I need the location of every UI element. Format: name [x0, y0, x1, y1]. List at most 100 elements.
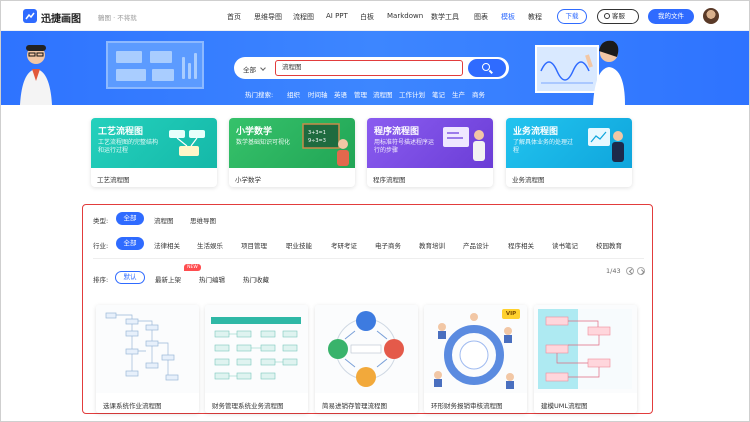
- vip-badge: VIP: [502, 309, 520, 319]
- headset-icon: [604, 13, 610, 19]
- category-card-business[interactable]: 业务流程图 了解具体业务的处理过程 业务流程图: [506, 118, 632, 187]
- industry-chip[interactable]: 生活娱乐: [197, 240, 223, 250]
- template-card[interactable]: VIP 环形财务报销审核流程图: [424, 305, 527, 413]
- template-thumbnail: [315, 305, 418, 393]
- template-thumbnail: VIP: [424, 305, 527, 393]
- hot-search-item[interactable]: 生产: [452, 89, 465, 99]
- search-scope-select[interactable]: 全部: [243, 64, 256, 74]
- svg-text:3+3=1: 3+3=1: [308, 130, 326, 136]
- type-chip-all[interactable]: 全部: [116, 212, 144, 225]
- next-page-icon[interactable]: [637, 267, 645, 275]
- illustration-board-left: [106, 41, 204, 89]
- template-card[interactable]: 财务管理系统业务流程图: [205, 305, 308, 413]
- logo-slogan: 鶴图 · 不将就: [98, 14, 137, 22]
- nav-home[interactable]: 首页: [227, 12, 241, 22]
- search-button[interactable]: [468, 59, 506, 77]
- type-label: 类型:: [93, 217, 109, 225]
- template-card[interactable]: 建模UML流程图: [534, 305, 637, 413]
- nav-flowchart[interactable]: 流程图: [293, 12, 314, 22]
- sort-chip-hot-fav[interactable]: 热门收藏: [243, 274, 269, 284]
- type-chip-mindmap[interactable]: 思维导图: [190, 215, 216, 225]
- category-title: 小学数学: [236, 127, 273, 137]
- hot-search-label: 热门搜索:: [245, 91, 274, 99]
- category-desc: 了解具体业务的处理过程: [513, 139, 574, 154]
- template-name: 环形财务报销审核流程图: [431, 402, 503, 410]
- template-card[interactable]: 简易进销存管理流程图: [315, 305, 418, 413]
- nav-mindmap[interactable]: 思维导图: [254, 12, 282, 22]
- industry-chip-all[interactable]: 全部: [116, 237, 144, 250]
- template-name: 简易进销存管理流程图: [322, 402, 387, 410]
- category-card-craft[interactable]: 工艺流程图 工艺流程图的完整结构和运行过程 工艺流程图: [91, 118, 217, 187]
- new-badge: NEW: [184, 264, 201, 271]
- hero-banner: 全部 流程图 热门搜索: 组织 时间轴 英语 管理 流程图 工作计划 笔记 生产…: [1, 31, 749, 105]
- sort-chip-hot-edit[interactable]: 热门编辑: [199, 274, 225, 284]
- template-thumbnail: [96, 305, 199, 393]
- service-button[interactable]: 客服: [597, 9, 639, 24]
- download-button[interactable]: 下载: [557, 9, 587, 24]
- sort-label: 排序:: [93, 276, 109, 284]
- hot-search-item[interactable]: 工作计划: [399, 89, 425, 99]
- hot-search-item[interactable]: 英语: [334, 89, 347, 99]
- hot-search-item[interactable]: 管理: [354, 89, 367, 99]
- hot-search-item[interactable]: 商务: [472, 89, 485, 99]
- template-name: 财务管理系统业务流程图: [212, 402, 284, 410]
- industry-chip[interactable]: 电子商务: [375, 240, 401, 250]
- nav-ai-ppt[interactable]: AI PPT: [326, 12, 348, 20]
- category-name: 程序流程图: [373, 176, 406, 184]
- hot-search-item[interactable]: 时间轴: [308, 89, 328, 99]
- person-right-illustration: [585, 40, 625, 105]
- person-left-illustration: [20, 45, 52, 105]
- category-card-program[interactable]: 程序流程图 用标准符号描述程序运行的步骤 程序流程图: [367, 118, 493, 187]
- hot-search-item[interactable]: 组织: [287, 89, 300, 99]
- type-chip-flowchart[interactable]: 流程图: [154, 215, 174, 225]
- category-title: 程序流程图: [374, 127, 420, 137]
- industry-chip[interactable]: 教育培训: [419, 240, 445, 250]
- nav-templates[interactable]: 模板: [501, 12, 515, 22]
- category-desc: 工艺流程图的完整结构和运行过程: [98, 139, 159, 154]
- category-card-math[interactable]: 3+3=1 9÷3=3 小学数学 数学基础知识可视化 小学数学: [229, 118, 355, 187]
- category-desc: 数学基础知识可视化: [236, 139, 291, 146]
- sort-chip-newest[interactable]: 最新上架: [155, 274, 181, 284]
- hot-search-item[interactable]: 流程图: [373, 89, 393, 99]
- category-desc: 用标准符号描述程序运行的步骤: [374, 139, 435, 154]
- sort-chip-default[interactable]: 默认: [115, 271, 145, 284]
- category-name: 业务流程图: [512, 176, 545, 184]
- search-input[interactable]: 流程图: [275, 60, 463, 76]
- chevron-down-icon[interactable]: [260, 65, 266, 71]
- nav-charts[interactable]: 图表: [474, 12, 488, 22]
- industry-chip[interactable]: 职业技能: [286, 240, 312, 250]
- industry-chip[interactable]: 校园教育: [596, 240, 622, 250]
- page-indicator: 1/43: [606, 267, 621, 275]
- nav-whiteboard[interactable]: 白板: [360, 12, 374, 22]
- industry-label: 行业:: [93, 242, 109, 250]
- industry-chip[interactable]: 读书笔记: [552, 240, 578, 250]
- logo-text[interactable]: 迅捷画图: [41, 10, 81, 25]
- logo-icon[interactable]: [23, 9, 37, 23]
- industry-chip[interactable]: 产品设计: [463, 240, 489, 250]
- top-nav: 迅捷画图 鶴图 · 不将就 首页 思维导图 流程图 AI PPT 白板 Mark…: [1, 1, 749, 31]
- search-bar: 全部 流程图: [234, 57, 509, 79]
- hot-search-item[interactable]: 笔记: [432, 89, 445, 99]
- template-name: 选课系统作业流程图: [103, 402, 162, 410]
- divider: [93, 258, 644, 259]
- nav-markdown[interactable]: Markdown: [387, 12, 423, 20]
- template-name: 建模UML流程图: [541, 402, 588, 410]
- industry-chip[interactable]: 项目管理: [241, 240, 267, 250]
- service-label: 客服: [612, 12, 625, 20]
- industry-chip[interactable]: 程序相关: [508, 240, 534, 250]
- avatar[interactable]: [703, 8, 719, 24]
- template-card[interactable]: 选课系统作业流程图: [96, 305, 199, 413]
- nav-math-tools[interactable]: 数学工具: [431, 12, 459, 22]
- template-thumbnail: [205, 305, 308, 393]
- category-name: 工艺流程图: [97, 176, 130, 184]
- industry-chip[interactable]: 考研考证: [331, 240, 357, 250]
- svg-text:9÷3=3: 9÷3=3: [308, 138, 326, 144]
- nav-tutorials[interactable]: 教程: [528, 12, 542, 22]
- category-name: 小学数学: [235, 176, 261, 184]
- industry-chip[interactable]: 法律相关: [154, 240, 180, 250]
- category-title: 业务流程图: [513, 127, 559, 137]
- page-frame: 迅捷画图 鶴图 · 不将就 首页 思维导图 流程图 AI PPT 白板 Mark…: [0, 0, 750, 422]
- category-title: 工艺流程图: [98, 127, 144, 137]
- prev-page-icon[interactable]: [626, 267, 634, 275]
- my-files-button[interactable]: 我的文件: [648, 9, 694, 24]
